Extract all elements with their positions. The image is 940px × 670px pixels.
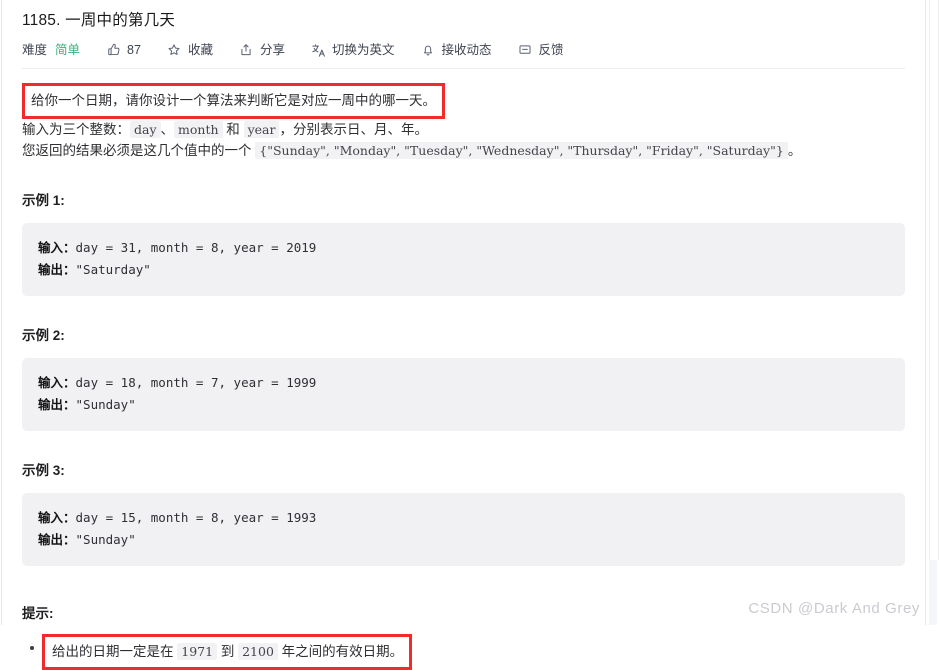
difficulty-label: 难度 [22,41,47,59]
code-day: day [130,121,161,138]
example-input-value-2: day = 18, month = 7, year = 1999 [76,375,317,390]
example-input-value-3: day = 15, month = 8, year = 1993 [76,510,317,525]
example-heading-1: 示例 1: [22,161,915,211]
return-suffix-text: 。 [788,143,802,158]
problem-toolbar: 难度 简单 87 收藏 [0,32,915,59]
thumbs-up-icon [106,43,121,58]
input-and-text: 和 [223,122,244,137]
code-day-names: {"Sunday", "Monday", "Tuesday", "Wednesd… [255,142,788,159]
problem-page: 1185. 一周中的第几天 难度 简单 87 [0,0,940,625]
example-output-value-3: "Sunday" [76,532,136,547]
content-right-divider [925,0,926,625]
watermark: CSDN @Dark And Grey [748,600,920,617]
example-codeblock-1: 输入：day = 31, month = 8, year = 2019 输出："… [22,223,905,296]
favorite-label: 收藏 [188,41,213,59]
code-month: month [174,121,223,138]
page-title: 1185. 一周中的第几天 [0,0,915,32]
feedback-label: 反馈 [539,41,564,59]
translate-label: 切换为英文 [332,41,395,59]
translate-icon [311,43,326,58]
code-year: year [244,121,280,138]
hints-list: 给出的日期一定是在 1971 到 2100 年之间的有效日期。 [22,634,915,670]
code-year-to: 2100 [238,643,278,660]
translate-button[interactable]: 切换为英文 [311,41,395,59]
subscribe-label: 接收动态 [441,41,491,59]
example-codeblock-2: 输入：day = 18, month = 7, year = 1999 输出："… [22,358,905,431]
share-button[interactable]: 分享 [239,41,285,59]
example-input-label-1: 输入： [38,241,76,255]
difficulty-value: 简单 [55,41,80,59]
like-button[interactable]: 87 [106,41,141,59]
example-codeblock-3: 输入：day = 15, month = 8, year = 1993 输出："… [22,493,905,566]
example-output-value-1: "Saturday" [76,262,151,277]
subscribe-button[interactable]: 接收动态 [420,41,491,59]
hint-mid-text: 到 [217,644,238,659]
scrollbar[interactable] [921,0,940,625]
like-count: 87 [127,41,141,59]
share-icon [239,43,254,58]
example-output-label-1: 输出： [38,263,76,277]
hint-prefix-text: 给出的日期一定是在 [52,644,177,659]
example-input-value-1: day = 31, month = 8, year = 2019 [76,240,317,255]
favorite-button[interactable]: 收藏 [167,41,213,59]
input-separator-1: 、 [161,122,175,137]
problem-return-description: 您返回的结果必须是这几个值中的一个 {"Sunday", "Monday", "… [22,140,915,161]
share-label: 分享 [260,41,285,59]
example-heading-3: 示例 3: [22,431,915,481]
problem-input-description: 输入为三个整数：day、month 和 year，分别表示日、月、年。 [22,119,915,140]
example-output-label-3: 输出： [38,533,76,547]
example-heading-2: 示例 2: [22,296,915,346]
example-output-value-2: "Sunday" [76,397,136,412]
code-year-from: 1971 [177,643,217,660]
input-suffix-text: ，分别表示日、月、年。 [279,122,428,137]
example-input-label-2: 输入： [38,376,76,390]
feedback-button[interactable]: 反馈 [518,41,564,59]
star-icon [167,43,182,58]
comment-icon [518,43,533,58]
problem-content: 1185. 一周中的第几天 难度 简单 87 [0,0,915,670]
bell-icon [420,43,435,58]
return-prefix-text: 您返回的结果必须是这几个值中的一个 [22,143,252,158]
problem-body: 给你一个日期，请你设计一个算法来判断它是对应一周中的哪一天。 输入为三个整数：d… [0,69,915,670]
example-input-label-3: 输入： [38,511,76,525]
highlight-box-statement: 给你一个日期，请你设计一个算法来判断它是对应一周中的哪一天。 [22,83,445,119]
highlight-box-hint: 给出的日期一定是在 1971 到 2100 年之间的有效日期。 [42,634,412,670]
input-prefix-text: 输入为三个整数： [22,122,130,137]
problem-statement: 给你一个日期，请你设计一个算法来判断它是对应一周中的哪一天。 [31,90,436,111]
scrollbar-thumb[interactable] [929,0,939,560]
example-output-label-2: 输出： [38,398,76,412]
list-item: 给出的日期一定是在 1971 到 2100 年之间的有效日期。 [42,634,915,670]
hint-suffix-text: 年之间的有效日期。 [278,644,403,659]
difficulty-indicator: 难度 简单 [22,41,80,59]
